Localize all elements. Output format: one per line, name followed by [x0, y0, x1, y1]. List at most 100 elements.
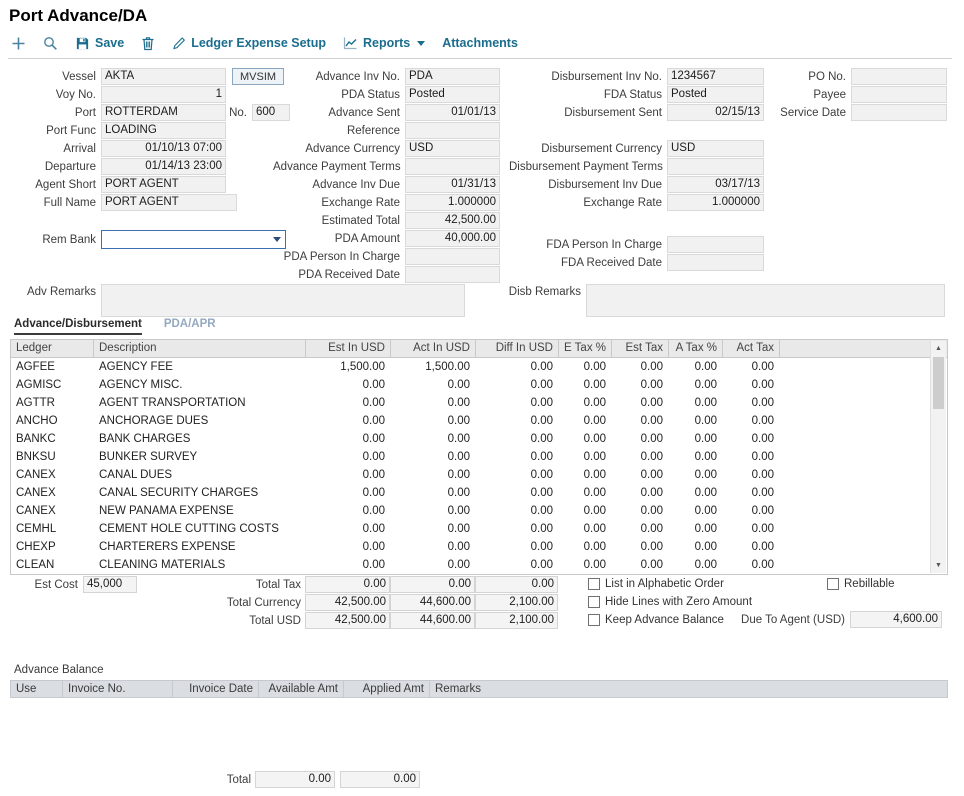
rem-bank-select[interactable]: [101, 230, 286, 249]
ledger-amount-cell: 0.00: [306, 394, 391, 412]
ledger-row[interactable]: CHEXPCHARTERERS EXPENSE0.000.000.000.000…: [11, 538, 947, 556]
ledger-code-cell: CANEX: [11, 466, 94, 484]
pda-status-field[interactable]: Posted: [405, 86, 500, 103]
disbursement-exchange-rate-field[interactable]: 1.000000: [667, 194, 764, 211]
port-field[interactable]: ROTTERDAM: [101, 104, 226, 121]
rebillable-checkbox[interactable]: Rebillable: [827, 578, 895, 590]
pda-amount-field[interactable]: 40,000.00: [405, 230, 500, 247]
total-currency-est: 42,500.00: [305, 594, 390, 611]
hide-zero-lines-checkbox[interactable]: Hide Lines with Zero Amount: [588, 596, 752, 608]
ledger-row[interactable]: CANEXCANAL SECURITY CHARGES0.000.000.000…: [11, 484, 947, 502]
vessel-field[interactable]: AKTA: [101, 68, 226, 85]
save-icon: [75, 36, 90, 51]
ledger-row[interactable]: AGTTRAGENT TRANSPORTATION0.000.000.000.0…: [11, 394, 947, 412]
ledger-amount-cell: 0.00: [391, 502, 476, 520]
delete-button[interactable]: [141, 36, 155, 51]
ledger-row[interactable]: ANCHOANCHORAGE DUES0.000.000.000.000.000…: [11, 412, 947, 430]
adv-remarks-field[interactable]: [101, 284, 465, 317]
attachments-button[interactable]: Attachments: [442, 36, 518, 50]
ledger-amount-cell: 0.00: [669, 430, 723, 448]
scroll-thumb[interactable]: [933, 357, 944, 409]
ledger-description-cell: CLEANING MATERIALS: [94, 556, 306, 574]
pda-amount-label: PDA Amount: [273, 233, 405, 245]
ledger-code-cell: CANEX: [11, 484, 94, 502]
estimated-total-field[interactable]: 42,500.00: [405, 212, 500, 229]
departure-field[interactable]: 01/14/13 23:00: [101, 158, 226, 175]
est-cost-field[interactable]: 45,000: [83, 576, 137, 593]
port-no-label: No.: [226, 107, 252, 119]
ledger-amount-cell: 0.00: [723, 556, 780, 574]
filler-cell: [780, 358, 947, 376]
ledger-amount-cell: 0.00: [669, 412, 723, 430]
full-name-field[interactable]: PORT AGENT: [101, 194, 237, 211]
disbursement-payment-terms-field[interactable]: [667, 158, 764, 175]
advance-payment-terms-field[interactable]: [405, 158, 500, 175]
ledger-expense-setup-button[interactable]: Ledger Expense Setup: [172, 36, 326, 50]
tab-advance-disbursement[interactable]: Advance/Disbursement: [14, 318, 142, 335]
ledger-row[interactable]: BANKCBANK CHARGES0.000.000.000.000.000.0…: [11, 430, 947, 448]
ledger-amount-cell: 0.00: [559, 430, 612, 448]
fda-received-date-field[interactable]: [667, 254, 764, 271]
ledger-amount-cell: 0.00: [559, 556, 612, 574]
disbursement-sent-field[interactable]: 02/15/13: [667, 104, 764, 121]
advance-balance-column-header: Invoice Date: [173, 681, 259, 697]
disbursement-inv-no-field[interactable]: 1234567: [667, 68, 764, 85]
ledger-amount-cell: 0.00: [723, 394, 780, 412]
new-button[interactable]: [11, 36, 26, 51]
pda-received-date-field[interactable]: [405, 266, 500, 283]
ledger-amount-cell: 0.00: [559, 376, 612, 394]
advance-balance-column-header: Use: [11, 681, 63, 697]
list-alphabetic-order-checkbox[interactable]: List in Alphabetic Order: [588, 578, 724, 590]
disbursement-currency-field[interactable]: USD: [667, 140, 764, 157]
ledger-row[interactable]: CANEXCANAL DUES0.000.000.000.000.000.000…: [11, 466, 947, 484]
ledger-amount-cell: 0.00: [559, 520, 612, 538]
arrival-field[interactable]: 01/10/13 07:00: [101, 140, 226, 157]
est-cost-row: Est Cost 45,000: [13, 576, 137, 593]
ab-total-available: 0.00: [255, 771, 335, 788]
scroll-up-icon[interactable]: ▲: [931, 341, 946, 356]
fda-person-in-charge-field[interactable]: [667, 236, 764, 253]
attachments-label: Attachments: [442, 36, 518, 50]
due-to-agent-field[interactable]: 4,600.00: [850, 611, 942, 628]
ledger-row[interactable]: CANEXNEW PANAMA EXPENSE0.000.000.000.000…: [11, 502, 947, 520]
ledger-row[interactable]: CEMHLCEMENT HOLE CUTTING COSTS0.000.000.…: [11, 520, 947, 538]
ledger-amount-cell: 0.00: [306, 484, 391, 502]
port-func-field[interactable]: LOADING: [101, 122, 226, 139]
po-no-field[interactable]: [851, 68, 947, 85]
advance-exchange-rate-field[interactable]: 1.000000: [405, 194, 500, 211]
ledger-amount-cell: 0.00: [476, 376, 559, 394]
disbursement-inv-due-field[interactable]: 03/17/13: [667, 176, 764, 193]
scroll-down-icon[interactable]: ▼: [931, 558, 946, 573]
disb-remarks-field[interactable]: [586, 284, 945, 317]
ledger-row[interactable]: AGMISCAGENCY MISC.0.000.000.000.000.000.…: [11, 376, 947, 394]
ledger-scrollbar[interactable]: ▲ ▼: [930, 341, 946, 573]
ledger-row[interactable]: BNKSUBUNKER SURVEY0.000.000.000.000.000.…: [11, 448, 947, 466]
advance-currency-field[interactable]: USD: [405, 140, 500, 157]
search-button[interactable]: [43, 36, 58, 51]
pda-person-in-charge-field[interactable]: [405, 248, 500, 265]
vessel-column: Vessel AKTA MVSIM Voy No. 1 Port ROTTERD…: [13, 68, 290, 212]
ledger-row[interactable]: AGFEEAGENCY FEE1,500.001,500.000.000.000…: [11, 358, 947, 376]
ledger-amount-cell: 0.00: [391, 430, 476, 448]
save-label: Save: [95, 36, 124, 50]
ledger-code-cell: CHEXP: [11, 538, 94, 556]
advance-inv-no-field[interactable]: PDA: [405, 68, 500, 85]
save-button[interactable]: Save: [75, 36, 124, 51]
service-date-field[interactable]: [851, 104, 947, 121]
tab-pda-apr[interactable]: PDA/APR: [164, 318, 216, 335]
ledger-amount-cell: 0.00: [723, 358, 780, 376]
reports-button[interactable]: Reports: [343, 36, 425, 50]
reference-field[interactable]: [405, 122, 500, 139]
advance-balance-body: [10, 698, 948, 768]
ledger-row[interactable]: CLEANCLEANING MATERIALS0.000.000.000.000…: [11, 556, 947, 574]
advance-sent-field[interactable]: 01/01/13: [405, 104, 500, 121]
agent-short-field[interactable]: PORT AGENT: [101, 176, 226, 193]
ledger-amount-cell: 0.00: [669, 538, 723, 556]
payee-field[interactable]: [851, 86, 947, 103]
fda-status-field[interactable]: Posted: [667, 86, 764, 103]
disbursement-sent-label: Disbursement Sent: [509, 107, 667, 119]
ledger-amount-cell: 0.00: [476, 394, 559, 412]
voy-no-field[interactable]: 1: [101, 86, 226, 103]
advance-inv-due-field[interactable]: 01/31/13: [405, 176, 500, 193]
disbursement-exchange-rate-label: Exchange Rate: [509, 197, 667, 209]
